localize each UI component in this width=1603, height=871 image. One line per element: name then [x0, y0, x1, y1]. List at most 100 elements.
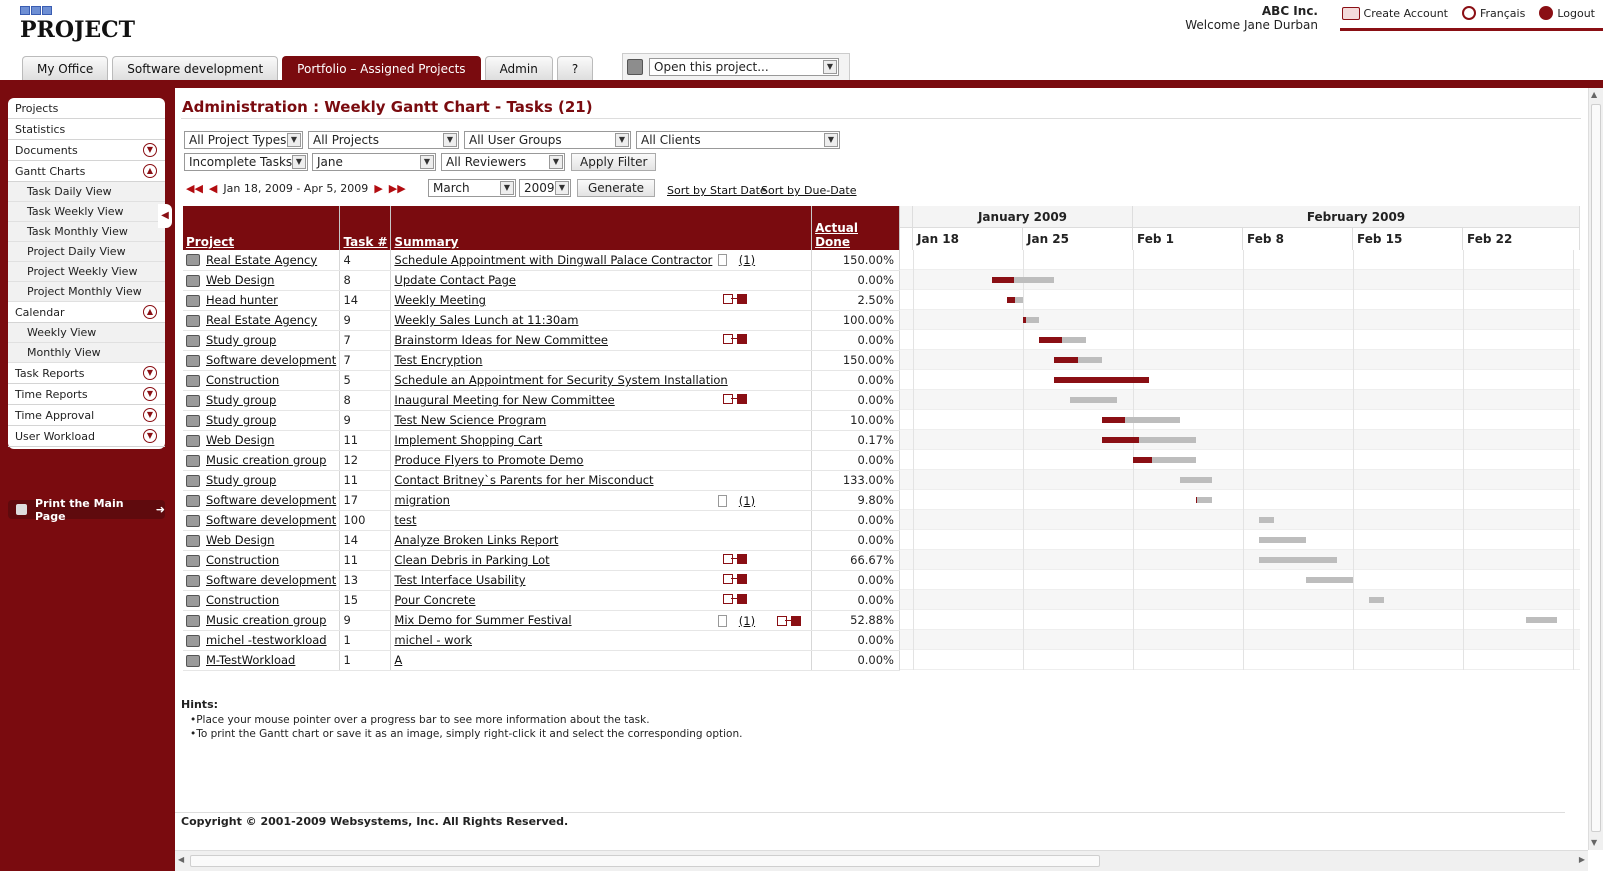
- project-link[interactable]: Software development: [206, 353, 336, 367]
- project-folder-icon[interactable]: [186, 534, 200, 547]
- month-select[interactable]: March ▼: [428, 179, 516, 197]
- sidebar-item-projects[interactable]: Projects: [8, 98, 165, 119]
- horizontal-scrollbar[interactable]: ◀ ▶: [175, 850, 1588, 871]
- project-link[interactable]: Construction: [206, 593, 279, 607]
- sidebar-item-statistics[interactable]: Statistics: [8, 119, 165, 140]
- sidebar-item-task-weekly-view[interactable]: Task Weekly View: [8, 202, 165, 222]
- open-project-select[interactable]: Open this project... ▼: [649, 58, 839, 76]
- user-groups-select[interactable]: All User Groups ▼: [464, 131, 631, 149]
- task-summary-link[interactable]: Mix Demo for Summer Festival: [394, 613, 571, 627]
- gantt-chart[interactable]: January 2009 February 2009 Jan 18 Jan 25…: [900, 206, 1580, 670]
- project-folder-icon[interactable]: [186, 374, 200, 387]
- task-summary-link[interactable]: A: [394, 653, 402, 667]
- task-summary-link[interactable]: Test New Science Program: [394, 413, 546, 427]
- project-link[interactable]: Web Design: [206, 533, 274, 547]
- project-link[interactable]: Study group: [206, 333, 276, 347]
- project-link[interactable]: Study group: [206, 473, 276, 487]
- task-status-select[interactable]: Incomplete Tasks ▼: [184, 153, 308, 171]
- collapse-icon[interactable]: ▲: [143, 305, 157, 319]
- gantt-task-bar[interactable]: [1038, 337, 1086, 343]
- dependency-icon[interactable]: [723, 553, 748, 564]
- sidebar-item-user-workload[interactable]: User Workload ▼: [8, 426, 165, 447]
- scroll-right-icon[interactable]: ▶: [1579, 855, 1585, 864]
- column-header-project[interactable]: Project: [183, 206, 341, 250]
- gantt-task-bar[interactable]: [1368, 597, 1385, 603]
- note-icon[interactable]: [717, 494, 727, 507]
- create-account-link[interactable]: Create Account: [1341, 6, 1448, 20]
- task-summary-link[interactable]: Test Interface Usability: [394, 573, 525, 587]
- project-link[interactable]: Real Estate Agency: [206, 253, 317, 267]
- project-link[interactable]: Software development: [206, 493, 336, 507]
- prev-page-icon[interactable]: ◀: [209, 182, 217, 195]
- project-folder-icon[interactable]: [186, 394, 200, 407]
- sidebar-item-weekly-view[interactable]: Weekly View: [8, 323, 165, 343]
- column-header-actual-done[interactable]: Actual Done: [811, 206, 900, 250]
- sort-by-due-date-link[interactable]: Sort by Due-Date: [761, 184, 857, 197]
- gantt-task-bar[interactable]: [1305, 577, 1353, 583]
- tab-admin[interactable]: Admin: [484, 56, 553, 80]
- task-summary-link[interactable]: Weekly Sales Lunch at 11:30am: [394, 313, 578, 327]
- year-select[interactable]: 2009 ▼: [519, 179, 571, 197]
- project-link[interactable]: Web Design: [206, 273, 274, 287]
- generate-button[interactable]: Generate: [577, 179, 656, 197]
- dependency-icon[interactable]: [723, 333, 748, 344]
- project-folder-icon[interactable]: [186, 594, 200, 607]
- task-summary-link[interactable]: michel - work: [394, 633, 472, 647]
- vertical-scrollbar[interactable]: ▲ ▼: [1588, 88, 1603, 850]
- tab-help[interactable]: ?: [556, 56, 594, 80]
- gantt-task-bar[interactable]: [1258, 517, 1275, 523]
- task-summary-link[interactable]: Pour Concrete: [394, 593, 475, 607]
- project-folder-icon[interactable]: [186, 474, 200, 487]
- last-page-icon[interactable]: ▶▶: [389, 182, 406, 195]
- project-link[interactable]: Music creation group: [206, 453, 326, 467]
- project-link[interactable]: Study group: [206, 393, 276, 407]
- task-summary-link[interactable]: Inaugural Meeting for New Committee: [394, 393, 614, 407]
- project-folder-icon[interactable]: [186, 254, 200, 267]
- task-summary-link[interactable]: Analyze Broken Links Report: [394, 533, 558, 547]
- sidebar-collapse-handle[interactable]: ◀: [158, 204, 172, 228]
- task-summary-link[interactable]: Test Encryption: [394, 353, 482, 367]
- project-folder-icon[interactable]: [186, 434, 200, 447]
- task-summary-link[interactable]: test: [394, 513, 416, 527]
- collapse-icon[interactable]: ▲: [143, 164, 157, 178]
- dependency-icon[interactable]: [723, 573, 748, 584]
- note-icon[interactable]: [717, 254, 727, 266]
- tab-software-development[interactable]: Software development: [112, 56, 279, 80]
- clients-select[interactable]: All Clients ▼: [636, 131, 840, 149]
- expand-icon[interactable]: ▼: [143, 429, 157, 443]
- column-header-task[interactable]: Task #: [339, 206, 392, 250]
- task-summary-link[interactable]: Produce Flyers to Promote Demo: [394, 453, 583, 467]
- sidebar-item-project-weekly-view[interactable]: Project Weekly View: [8, 262, 165, 282]
- sidebar-item-time-approval[interactable]: Time Approval ▼: [8, 405, 165, 426]
- logout-link[interactable]: Logout: [1539, 6, 1595, 20]
- project-types-select[interactable]: All Project Types ▼: [184, 131, 303, 149]
- sidebar-item-calendar[interactable]: Calendar ▲: [8, 302, 165, 323]
- scroll-left-icon[interactable]: ◀: [178, 855, 184, 864]
- gantt-task-bar[interactable]: [1007, 297, 1023, 303]
- sidebar-item-project-daily-view[interactable]: Project Daily View: [8, 242, 165, 262]
- dependency-icon[interactable]: [723, 393, 748, 404]
- project-folder-icon[interactable]: [186, 574, 200, 587]
- gantt-task-bar[interactable]: [1023, 317, 1039, 323]
- gantt-task-bar[interactable]: [1133, 457, 1196, 463]
- project-link[interactable]: Real Estate Agency: [206, 313, 317, 327]
- project-folder-icon[interactable]: [186, 274, 200, 287]
- project-link[interactable]: michel -testworkload: [206, 633, 327, 647]
- sidebar-item-gantt-charts[interactable]: Gantt Charts ▲: [8, 161, 165, 182]
- expand-icon[interactable]: ▼: [143, 366, 157, 380]
- logo[interactable]: PROJECT: [20, 4, 135, 43]
- project-folder-icon[interactable]: [186, 414, 200, 427]
- project-folder-icon[interactable]: [186, 614, 200, 627]
- expand-icon[interactable]: ▼: [143, 387, 157, 401]
- print-main-page-button[interactable]: Print the Main Page ➜: [8, 497, 165, 523]
- gantt-task-bar[interactable]: [1180, 477, 1212, 483]
- note-count-link[interactable]: (1): [739, 253, 755, 267]
- project-folder-icon[interactable]: [186, 294, 200, 307]
- sidebar-item-project-monthly-view[interactable]: Project Monthly View: [8, 282, 165, 302]
- expand-icon[interactable]: ▼: [143, 143, 157, 157]
- sidebar-item-monthly-view[interactable]: Monthly View: [8, 343, 165, 363]
- vertical-scroll-thumb[interactable]: [1591, 104, 1601, 832]
- gantt-task-bar[interactable]: [1054, 377, 1149, 383]
- project-folder-icon[interactable]: [186, 494, 200, 507]
- task-summary-link[interactable]: Clean Debris in Parking Lot: [394, 553, 549, 567]
